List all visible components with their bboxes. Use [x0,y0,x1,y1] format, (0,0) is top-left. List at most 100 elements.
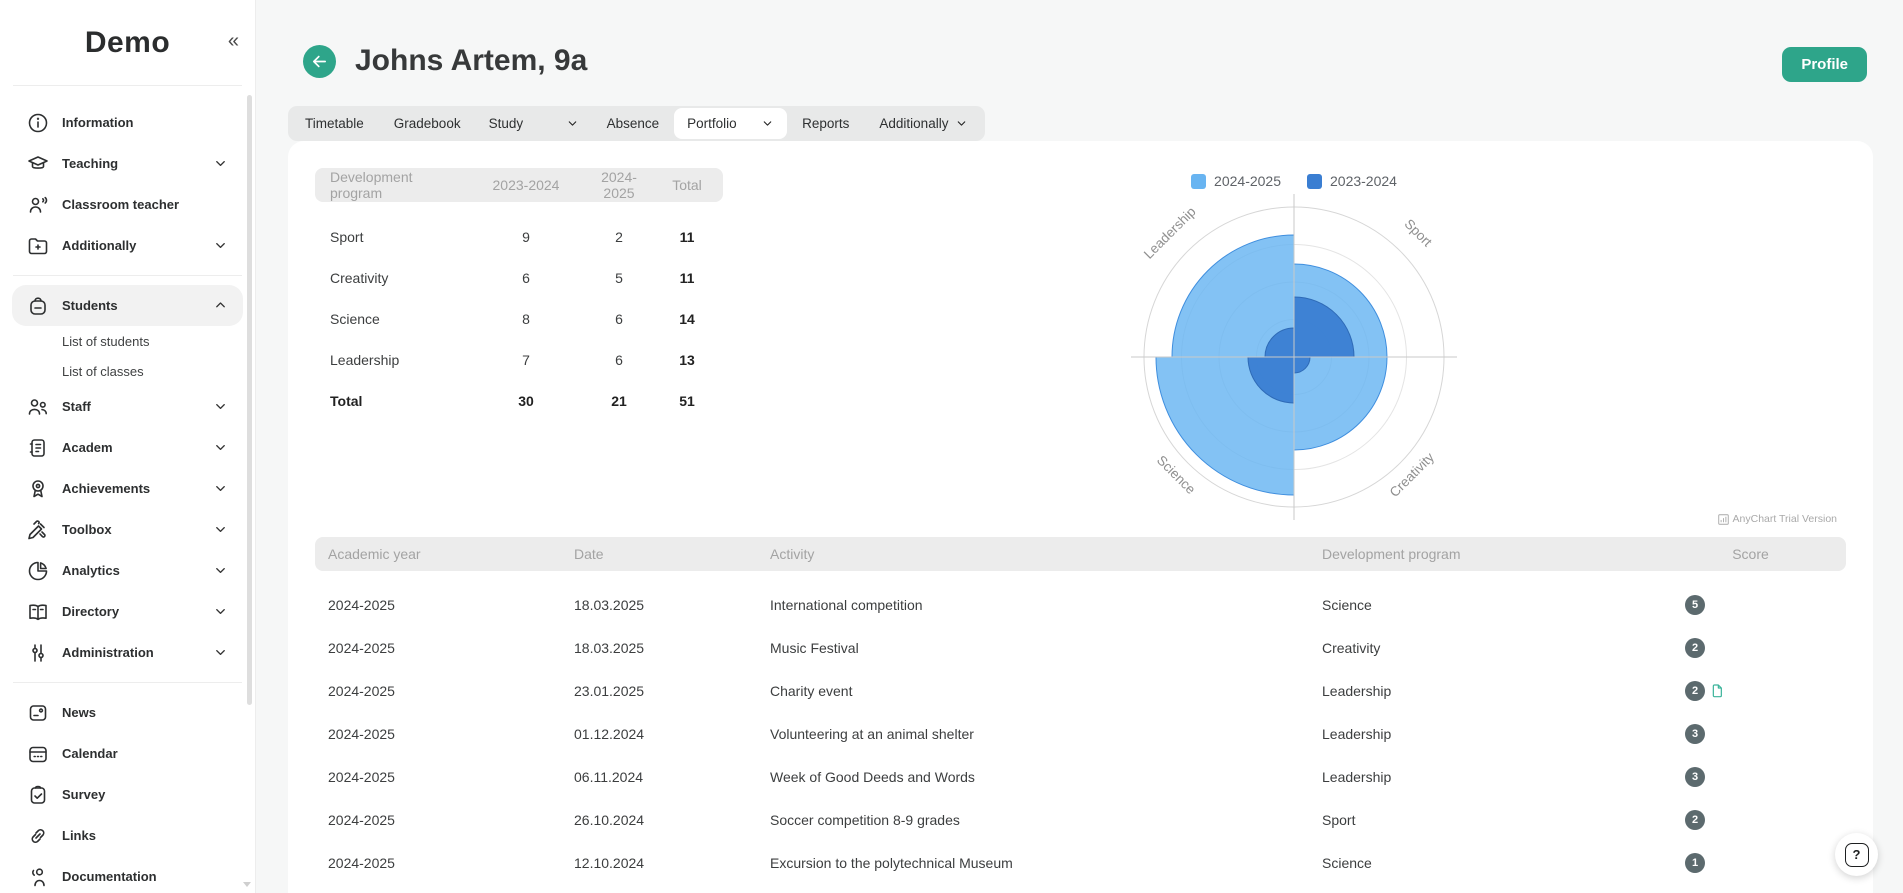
activities-row[interactable]: 2024-2025 06.11.2024 Week of Good Deeds an… [315,755,1846,798]
activities-row[interactable]: 2024-2025 23.01.2025 Charity event Leadersh… [315,669,1846,712]
score-badge: 2 [1685,680,1705,701]
app-logo: Demo [84,25,171,59]
summary-table: Development program 2023-2024 2024-2025 Tot… [315,168,723,421]
chevron-down-icon [213,522,228,537]
sidebar-item-label: Administration [62,645,154,660]
activities-cell: 2024-2025 [328,768,395,785]
tab-portfolio[interactable]: Portfolio [674,108,788,139]
sidebar-item-analytics[interactable]: Analytics [12,550,243,591]
activities-cell: 2024-2025 [328,639,395,656]
sidebar-scroll-arrow-icon[interactable] [243,882,251,887]
sidebar-item-additionally[interactable]: Additionally [12,225,243,266]
sidebar-item-documentation[interactable]: Documentation [12,856,243,893]
activities-cell: 2024-2025 [328,854,395,871]
summary-row: Sport 9 2 11 [315,216,723,257]
tab-label: Portfolio [687,116,737,131]
sidebar-item-academ[interactable]: Academ [12,427,243,468]
chart-legend: 2024-2025 2023-2024 [1191,173,1397,189]
sidebar-item-survey[interactable]: Survey [12,774,243,815]
content-card: Development program 2023-2024 2024-2025 Tot… [288,141,1873,893]
tab-label: Reports [802,116,850,131]
activities-cell: Leadership [1322,725,1392,742]
tab-reports[interactable]: Reports [787,106,864,141]
question-mark-icon: ? [1844,842,1869,867]
sidebar-item-calendar[interactable]: Calendar [12,733,243,774]
activities-cell: Sport [1322,811,1356,828]
sidebar-collapse-icon[interactable]: « [228,30,239,53]
summary-cell: 13 [679,351,695,368]
svg-text:Leadership: Leadership [1141,204,1199,262]
arrow-left-icon [312,55,327,67]
activities-cell: Week of Good Deeds and Words [770,768,975,785]
academ-icon [26,436,50,460]
teaching-icon [26,152,50,176]
sidebar-item-achievements[interactable]: Achievements [12,468,243,509]
sidebar-item-label: Academ [62,440,113,455]
activities-cell: Soccer competition 8-9 grades [770,811,960,828]
chevron-down-icon [213,645,228,660]
sidebar-item-administration[interactable]: Administration [12,632,243,673]
tab-absence[interactable]: Absence [592,106,675,141]
activities-header-cell: Academic year [328,546,421,562]
summary-cell: 51 [679,392,695,409]
activities-row[interactable]: 2024-2025 01.12.2024 Volunteering at an an… [315,712,1846,755]
sidebar-subitem-list-of-classes[interactable]: List of classes [0,356,255,386]
activities-row[interactable]: 2024-2025 18.03.2025 International competi… [315,583,1846,626]
profile-button[interactable]: Profile [1782,47,1867,82]
summary-cell: Creativity [330,269,389,286]
sidebar-item-label: Toolbox [62,522,112,537]
sidebar-subitem-list-of-students[interactable]: List of students [0,326,255,356]
legend-item-2023-2024[interactable]: 2023-2024 [1307,173,1397,189]
students-icon [26,294,50,318]
activities-row[interactable]: 2024-2025 26.10.2024 Soccer competition 8-… [315,798,1846,841]
back-button[interactable] [303,44,336,78]
sidebar-item-toolbox[interactable]: Toolbox [12,509,243,550]
legend-swatch [1307,173,1322,189]
summary-cell: Leadership [330,351,400,368]
tab-label: Absence [606,116,660,131]
sidebar-item-label: Information [62,115,134,130]
sidebar-item-links[interactable]: Links [12,815,243,856]
activities-row[interactable]: 2024-2025 18.03.2025 Music Festival Creativ… [315,626,1846,669]
documentation-icon [26,865,50,889]
summary-header-cell: Development program [330,169,413,201]
development-chart: 2024-2025 2023-2024 Leadership Sport Scienc… [1126,167,1462,530]
sidebar-item-teaching[interactable]: Teaching [12,143,243,184]
sidebar-item-classroom-teacher[interactable]: Classroom teacher [12,184,243,225]
summary-cell: 5 [615,269,623,286]
summary-total-row: Total 30 21 51 [315,380,723,421]
activities-cell: 23.01.2025 [574,682,645,699]
divider [13,682,242,683]
legend-label: 2023-2024 [1330,173,1397,189]
score-cell: 2 [1655,809,1846,830]
sidebar-item-staff[interactable]: Staff [12,386,243,427]
activities-cell: Music Festival [770,639,859,656]
summary-cell: 21 [611,392,627,409]
main-area: Johns Artem, 9a Profile Timetable Gradebo… [255,0,1903,893]
sidebar-item-information[interactable]: Information [12,102,243,143]
sidebar-scrollbar[interactable] [247,95,252,705]
activities-cell: Science [1322,596,1372,613]
tab-gradebook[interactable]: Gradebook [379,106,476,141]
legend-item-2024-2025[interactable]: 2024-2025 [1191,173,1281,189]
activities-table: Academic year Date Activity Development pro… [315,537,1846,884]
summary-cell: 11 [679,228,695,245]
score-badge: 1 [1685,852,1705,873]
summary-row: Science 8 6 14 [315,298,723,339]
sidebar-item-directory[interactable]: Directory [12,591,243,632]
chevron-down-icon [213,563,228,578]
help-button[interactable]: ? [1835,833,1878,876]
attachment-icon[interactable] [1709,683,1725,699]
summary-cell: 7 [522,351,530,368]
activities-cell: 26.10.2024 [574,811,645,828]
tab-additionally[interactable]: Additionally [864,106,983,141]
achievements-icon [26,477,50,501]
sidebar-item-news[interactable]: News [12,692,243,733]
activities-cell: Leadership [1322,682,1392,699]
svg-text:Science: Science [1154,453,1199,498]
activities-row[interactable]: 2024-2025 12.10.2024 Excursion to the poly… [315,841,1846,884]
sidebar-item-students[interactable]: Students [12,285,243,326]
tab-study[interactable]: Study [476,106,592,141]
sidebar-item-label: Documentation [62,869,157,884]
tab-timetable[interactable]: Timetable [290,106,379,141]
